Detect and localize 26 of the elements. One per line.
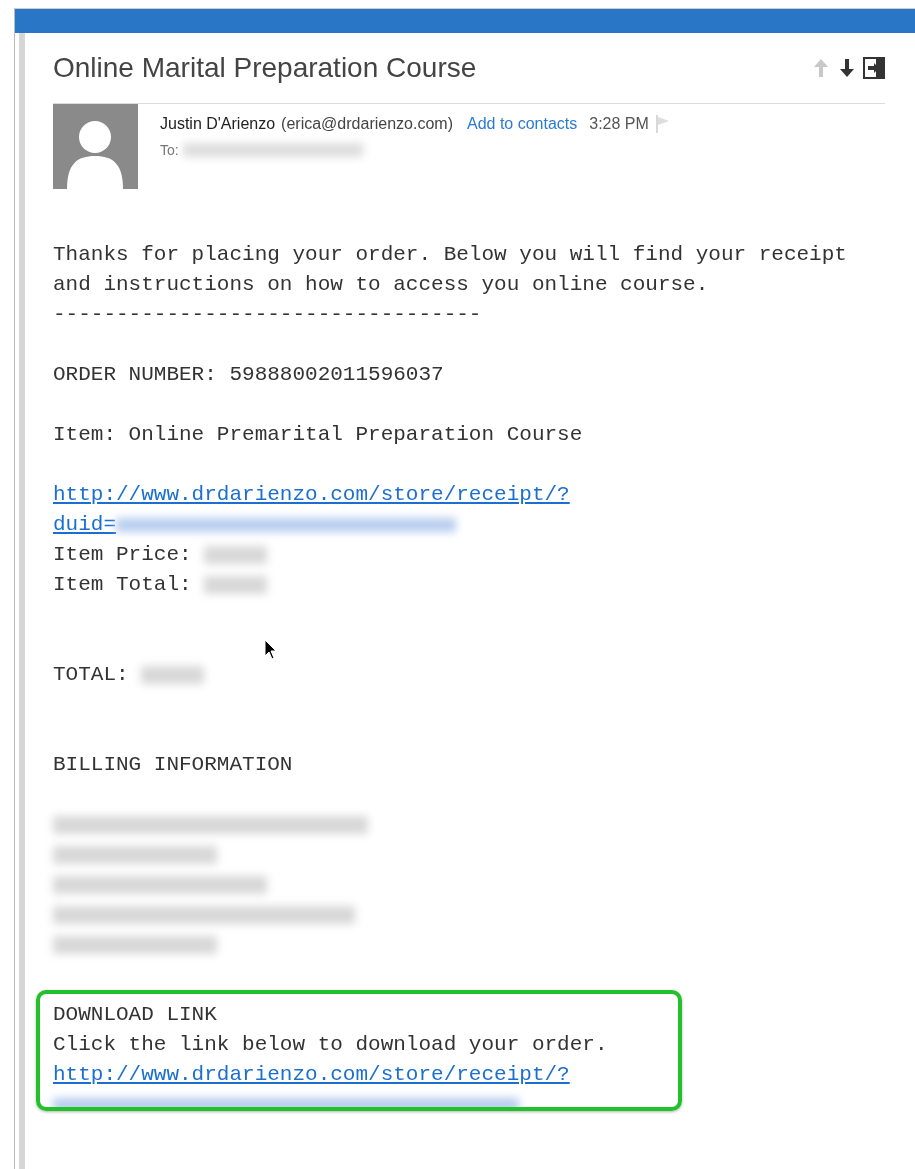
- body-text: Item Total:: [53, 572, 192, 598]
- body-text: Thanks for placing your order. Below you will find your receipt: [53, 242, 847, 268]
- sender-email: (erica@drdarienzo.com): [281, 115, 453, 133]
- mouse-pointer-icon: [264, 639, 278, 661]
- blurred-amount: [204, 576, 268, 594]
- receipt-link[interactable]: http://www.drdarienzo.com/store/receipt/?: [53, 480, 570, 510]
- body-text: BILLING INFORMATION: [53, 752, 293, 778]
- receipt-link[interactable]: http://www.drdarienzo.com/store/receipt/?: [53, 1060, 570, 1090]
- email-subject: Online Marital Preparation Course: [53, 52, 477, 84]
- body-text: Item Price:: [53, 542, 192, 568]
- body-text: TOTAL:: [53, 662, 129, 688]
- body-text: Click the link below to download your order.: [53, 1032, 608, 1058]
- add-to-contacts-link[interactable]: Add to contacts: [466, 115, 578, 133]
- body-text: and instructions on how to access you online course.: [53, 272, 709, 298]
- body-text: DOWNLOAD LINK: [53, 1002, 217, 1028]
- body-text: ORDER NUMBER: 59888002011596037: [53, 362, 444, 388]
- down-arrow-icon[interactable]: [837, 57, 857, 79]
- to-label: To:: [160, 142, 179, 158]
- body-text: ----------------------------------: [53, 302, 482, 328]
- blurred-amount: [141, 666, 205, 684]
- body-text: Item: Online Premarital Preparation Course: [53, 422, 583, 448]
- blurred-amount: [204, 546, 268, 564]
- receipt-link[interactable]: duid=: [53, 510, 116, 540]
- sender-name: Justin D'Arienzo: [160, 115, 276, 133]
- email-time: 3:28 PM: [589, 115, 649, 133]
- pop-out-icon[interactable]: [863, 57, 885, 79]
